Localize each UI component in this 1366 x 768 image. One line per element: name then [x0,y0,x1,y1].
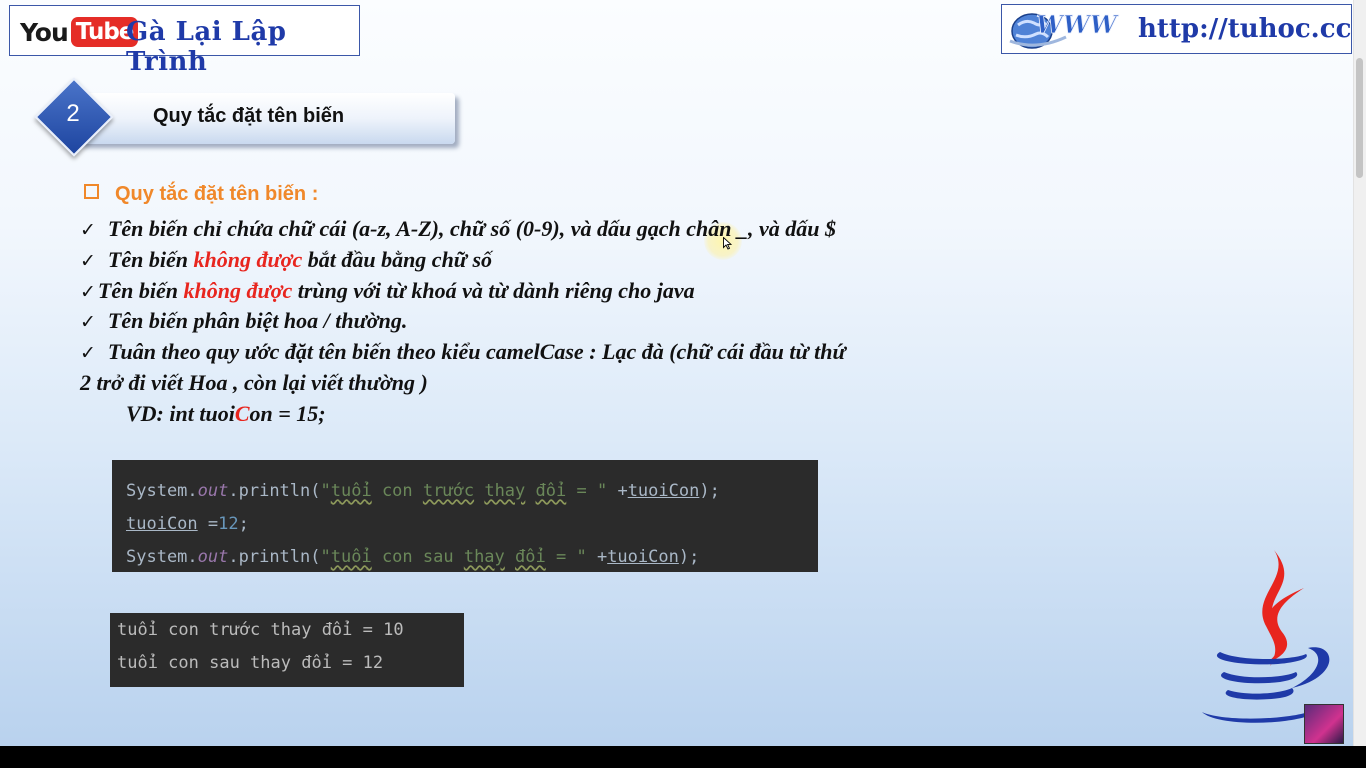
checkbox-icon [84,184,99,199]
bottom-black-bar [0,746,1366,768]
rule-text: Tuân theo quy ước đặt tên biến theo kiểu… [107,339,846,364]
rule-item: ✓ Tên biến phân biệt hoa / thường. [80,308,407,334]
check-icon: ✓ [80,219,96,241]
example-highlight: C [234,401,250,426]
example-text: VD: int tuoi [126,401,235,426]
scrollbar-thumb[interactable] [1356,58,1363,178]
rule-item: ✓ Tuân theo quy ước đặt tên biến theo kiể… [80,339,846,365]
section-number: 2 [66,100,80,127]
youtube-logo-you: You [20,17,69,47]
rule-text: Tên biến [107,247,194,272]
rules-heading: Quy tắc đặt tên biến : [84,183,318,206]
code-line: System.out.println("tuổi con trước thay … [126,481,720,501]
rule-item: ✓Tên biến không được trùng với từ khoá v… [80,278,695,304]
website-banner: WWW http://tuhoc.cc [1001,4,1352,54]
slide: You Tube Gà Lại Lập Trình WWW http://tuh… [0,0,1366,746]
check-icon: ✓ [80,281,96,303]
check-icon: ✓ [80,250,96,272]
youtube-logo: You Tube [20,17,139,47]
check-icon: ✓ [80,342,96,364]
rule-highlight: không được [183,278,293,303]
youtube-channel-banner: You Tube Gà Lại Lập Trình [9,5,360,77]
avatar [1304,704,1344,744]
rule-text: Tên biến phân biệt hoa / thường. [107,308,408,333]
rule-item: ✓ Tên biến không được bắt đầu bằng chữ số [80,247,492,273]
console-line: tuổi con trước thay đổi = 10 [117,620,404,640]
svg-text:WWW: WWW [1036,10,1119,39]
rule-continuation: 2 trở đi viết Hoa , còn lại viết thường … [80,370,428,395]
rules-heading-text: Quy tắc đặt tên biến : [115,183,319,205]
rule-text: trùng với từ khoá và từ dành riêng cho j… [292,278,695,303]
rule-highlight: không được [193,247,303,272]
console-line: tuổi con sau thay đổi = 12 [117,653,384,673]
code-editor-panel: System.out.println("tuổi con trước thay … [112,460,818,572]
console-output-panel: tuổi con trước thay đổi = 10 tuổi con sa… [110,613,464,687]
example-text: on = 15; [249,401,326,426]
code-line: tuoiCon =12; [126,514,249,534]
rule-text: bắt đầu bằng chữ số [302,247,493,272]
check-icon: ✓ [80,311,96,333]
code-line: System.out.println("tuổi con sau thay đổ… [126,547,700,567]
vertical-scrollbar[interactable] [1353,0,1366,746]
globe-www-icon: WWW [1009,10,1119,49]
channel-name: Gà Lại Lập Trình [126,17,287,77]
website-url: http://tuhoc.cc [1138,14,1352,44]
section-title: Quy tắc đặt tên biến [153,105,345,127]
rule-text: Tên biến [97,278,184,303]
example-line: VD: int tuoiCon = 15; [126,401,326,427]
mouse-cursor-icon [723,237,732,250]
